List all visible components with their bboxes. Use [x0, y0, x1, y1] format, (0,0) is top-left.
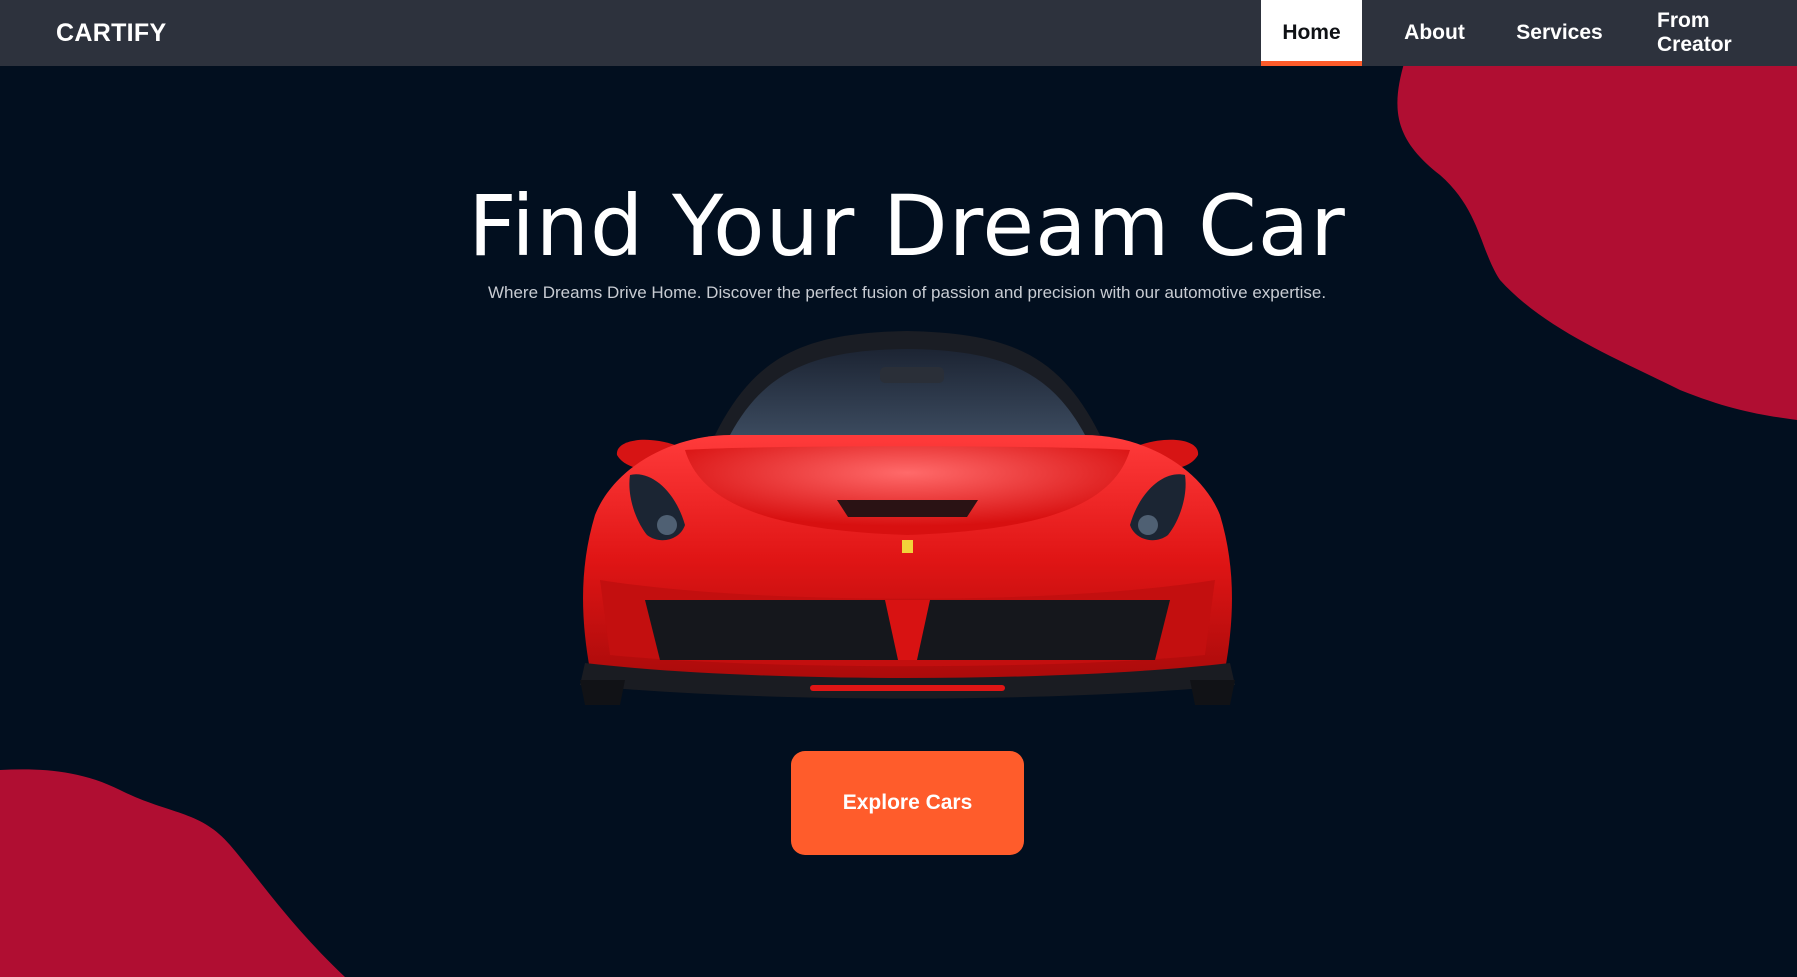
explore-cars-button[interactable]: Explore Cars: [791, 751, 1024, 855]
bottom-left-blob: [0, 769, 345, 977]
brand-logo[interactable]: CARTIFY: [56, 0, 166, 66]
nav-item-from-creator[interactable]: From Creator: [1637, 0, 1789, 66]
page: CARTIFY Home About Services From Creator…: [0, 0, 1797, 977]
nav-links: Home About Services From Creator: [1261, 0, 1797, 66]
hero-subtitle: Where Dreams Drive Home. Discover the pe…: [487, 283, 1327, 302]
nav-item-services[interactable]: Services: [1500, 0, 1619, 66]
hero-car-image: [580, 331, 1235, 705]
navbar: CARTIFY Home About Services From Creator: [0, 0, 1797, 66]
hero-title: Find Your Dream Car: [468, 177, 1346, 275]
nav-item-home[interactable]: Home: [1261, 0, 1362, 66]
nav-item-about[interactable]: About: [1383, 0, 1486, 66]
